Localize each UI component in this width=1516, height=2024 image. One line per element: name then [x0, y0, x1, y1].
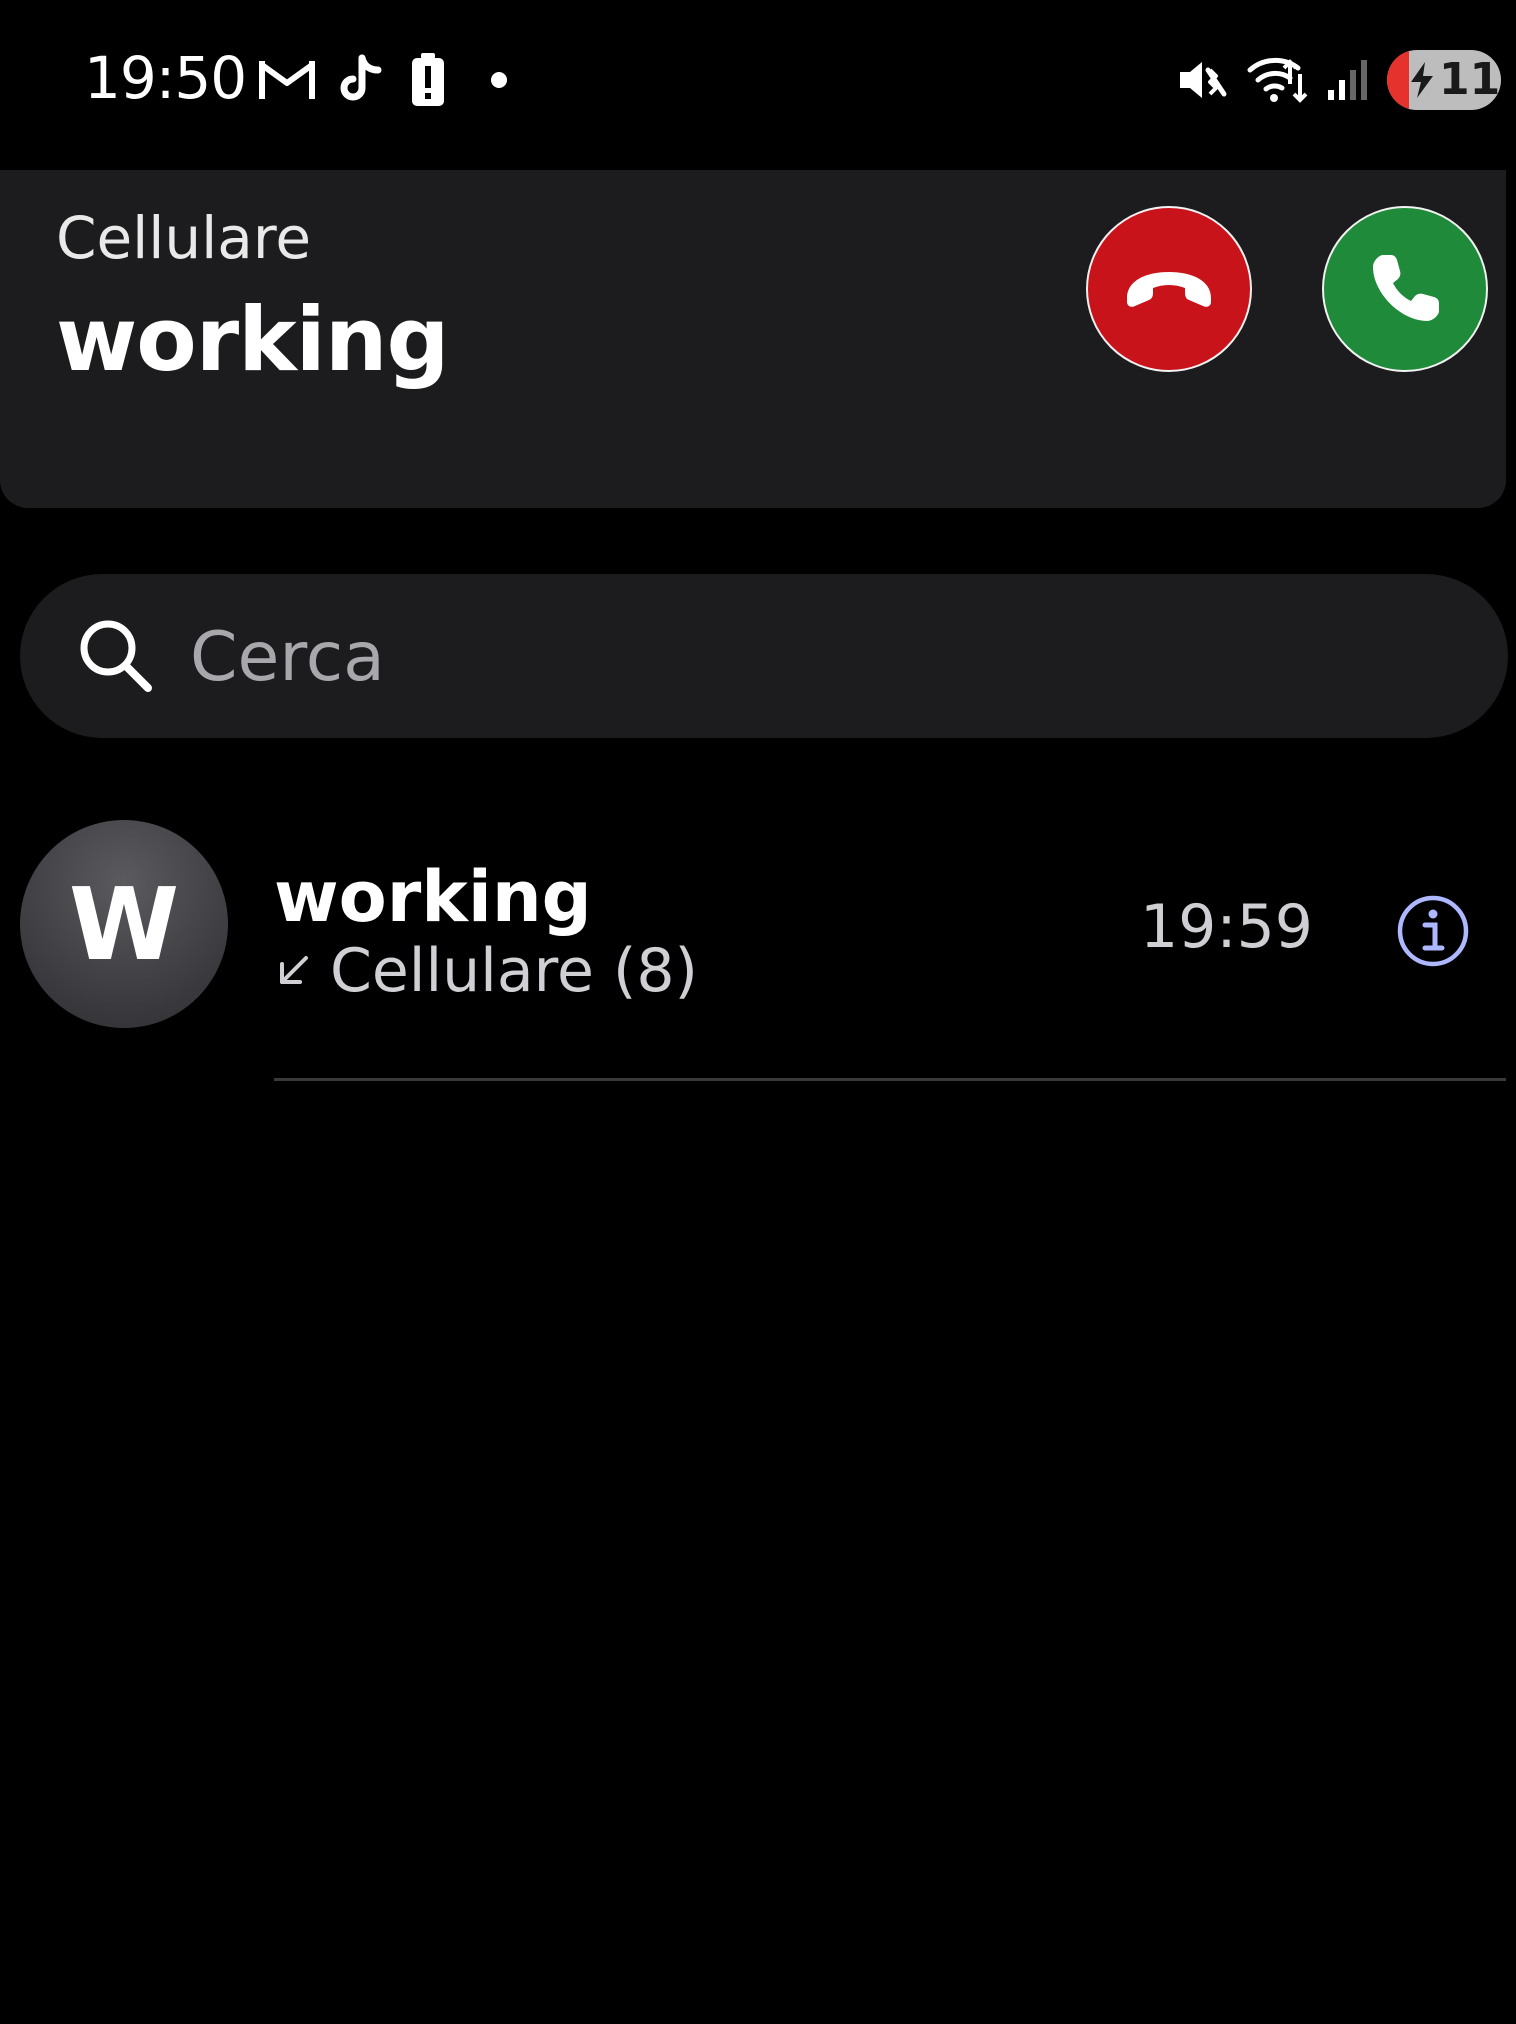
call-detail: Cellulare (8): [274, 936, 698, 1006]
list-item[interactable]: W working Cellulare (8) 19:59: [0, 820, 1516, 1080]
decline-call-button[interactable]: [1086, 206, 1252, 372]
battery-level: 11: [1439, 54, 1501, 105]
status-bar: 19:50 11: [0, 0, 1516, 160]
search-icon: [76, 616, 156, 700]
call-line-type: Cellulare: [56, 204, 312, 272]
incoming-call-banner[interactable]: Cellulare working: [0, 170, 1506, 508]
info-icon[interactable]: [1396, 894, 1470, 968]
battery-charging-icon: 11: [1387, 50, 1501, 110]
call-time: 19:59: [1140, 892, 1313, 962]
battery-alert-icon: [410, 50, 446, 110]
call-detail-text: Cellulare (8): [330, 936, 698, 1006]
incoming-arrow-icon: [274, 952, 312, 990]
accept-call-button[interactable]: [1322, 206, 1488, 372]
mute-icon: [1176, 50, 1228, 110]
tiktok-icon: [338, 50, 382, 110]
phone-hangup-icon: [1127, 272, 1211, 307]
dot-icon: [490, 50, 508, 110]
search-bar[interactable]: Cerca: [20, 574, 1508, 738]
caller-name: working: [56, 288, 449, 391]
phone-icon: [1373, 255, 1439, 321]
wifi-icon: [1246, 50, 1312, 110]
search-input[interactable]: Cerca: [190, 618, 385, 697]
list-divider: [274, 1078, 1506, 1081]
gmail-icon: [258, 50, 316, 110]
signal-icon: [1326, 50, 1370, 110]
contact-name: working: [274, 856, 592, 938]
status-time: 19:50: [84, 44, 247, 112]
avatar: W: [20, 820, 228, 1028]
